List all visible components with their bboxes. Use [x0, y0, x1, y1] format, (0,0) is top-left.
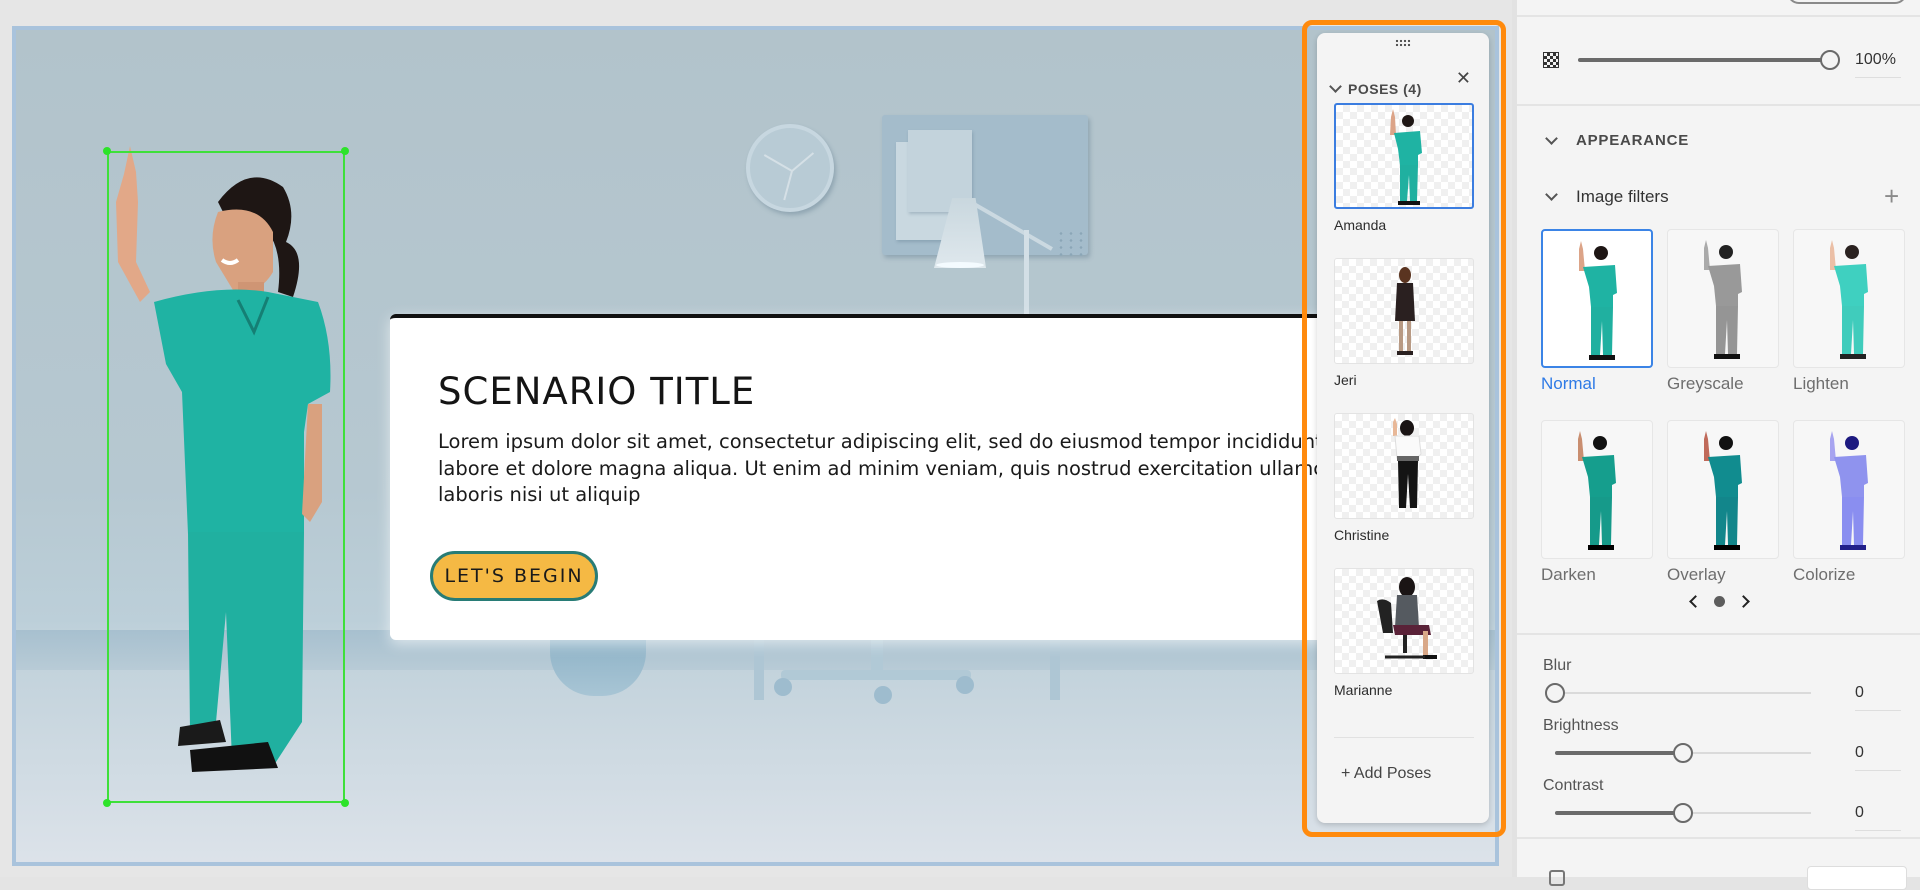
- drag-grip-icon[interactable]: [1395, 39, 1411, 47]
- pose-thumbnail: [1334, 413, 1474, 519]
- pose-item-marianne[interactable]: Marianne: [1334, 568, 1474, 698]
- scenario-card[interactable]: SCENARIO TITLE Lorem ipsum dolor sit ame…: [390, 314, 1350, 640]
- filter-name: Greyscale: [1667, 374, 1744, 393]
- image-filters-toggle[interactable]: Image filters: [1543, 187, 1669, 207]
- blur-value[interactable]: 0: [1855, 684, 1901, 711]
- filter-lighten[interactable]: Lighten: [1793, 229, 1905, 394]
- stage: SCENARIO TITLE Lorem ipsum dolor sit ame…: [0, 0, 1512, 877]
- checkbox[interactable]: [1549, 870, 1565, 886]
- divider: [1517, 837, 1920, 839]
- pose-name: Christine: [1334, 527, 1390, 543]
- table-leg: [754, 638, 764, 700]
- selection-box[interactable]: [107, 151, 345, 803]
- pose-name: Marianne: [1334, 682, 1393, 698]
- lamp-pole: [1024, 230, 1029, 320]
- figure: [1579, 241, 1617, 360]
- filter-name: Colorize: [1793, 565, 1856, 584]
- divider: [1517, 104, 1920, 106]
- filter-darken[interactable]: Darken: [1541, 420, 1653, 585]
- resize-handle-top-left[interactable]: [103, 147, 111, 155]
- close-icon[interactable]: ✕: [1456, 69, 1471, 87]
- filter-greyscale[interactable]: Greyscale: [1667, 229, 1779, 394]
- filter-thumbnail: [1541, 420, 1653, 559]
- brightness-label: Brightness: [1543, 717, 1619, 734]
- pose-item-amanda[interactable]: Amanda: [1334, 103, 1474, 233]
- pose-thumbnail: [1334, 568, 1474, 674]
- filter-name: Darken: [1541, 565, 1596, 584]
- chevron-down-icon: [1329, 80, 1342, 93]
- filter-pager: [1689, 595, 1750, 608]
- chevron-left-icon[interactable]: [1689, 595, 1702, 608]
- chair-wheel: [956, 676, 974, 694]
- filter-thumbnail: [1667, 420, 1779, 559]
- lamp-light: [936, 262, 984, 268]
- filter-name: Normal: [1541, 374, 1596, 393]
- slide-canvas[interactable]: SCENARIO TITLE Lorem ipsum dolor sit ame…: [12, 26, 1499, 866]
- resize-handle-bottom-left[interactable]: [103, 799, 111, 807]
- chair-base: [781, 670, 971, 680]
- lets-begin-button[interactable]: LET'S BEGIN: [430, 551, 598, 601]
- opacity-slider[interactable]: [1578, 50, 1840, 70]
- chevron-right-icon[interactable]: [1737, 595, 1750, 608]
- contrast-value[interactable]: 0: [1855, 804, 1901, 831]
- divider: [1334, 737, 1474, 738]
- add-filter-icon[interactable]: +: [1884, 183, 1899, 209]
- filter-thumbnail: [1667, 229, 1779, 368]
- pose-thumbnail: [1334, 258, 1474, 364]
- contrast-label: Contrast: [1543, 777, 1604, 794]
- divider: [1517, 15, 1920, 17]
- scenario-title[interactable]: SCENARIO TITLE: [438, 370, 755, 413]
- table-leg: [1050, 638, 1060, 700]
- image-filters-label: Image filters: [1576, 187, 1669, 206]
- poses-panel: ✕ POSES (4) Amanda Jeri Christine Marian…: [1317, 33, 1489, 823]
- chair-wheel: [874, 686, 892, 704]
- opacity-value[interactable]: 100%: [1855, 51, 1901, 78]
- pose-item-christine[interactable]: Christine: [1334, 413, 1474, 543]
- chair-wheel: [774, 678, 792, 696]
- opacity-icon: [1543, 52, 1559, 68]
- scenario-body[interactable]: Lorem ipsum dolor sit amet, consectetur …: [438, 429, 1358, 509]
- divider: [1517, 633, 1920, 635]
- input-field[interactable]: [1807, 866, 1907, 890]
- filter-thumbnail: [1793, 229, 1905, 368]
- filter-colorize[interactable]: Colorize: [1793, 420, 1905, 585]
- page-dot[interactable]: [1714, 596, 1725, 607]
- appearance-section-toggle[interactable]: APPEARANCE: [1543, 131, 1690, 149]
- pose-name: Jeri: [1334, 372, 1357, 388]
- poses-header-label: POSES (4): [1348, 81, 1422, 97]
- filter-thumbnail: [1793, 420, 1905, 559]
- filter-normal[interactable]: Normal: [1541, 229, 1653, 394]
- blur-slider[interactable]: [1545, 683, 1811, 703]
- filter-thumbnail: [1541, 229, 1653, 368]
- keypad: [1056, 230, 1086, 258]
- filter-overlay[interactable]: Overlay: [1667, 420, 1779, 585]
- wall-clock: [746, 124, 834, 212]
- brightness-value[interactable]: 0: [1855, 744, 1901, 771]
- pose-item-jeri[interactable]: Jeri: [1334, 258, 1474, 388]
- chevron-down-icon: [1545, 188, 1558, 201]
- add-poses-button[interactable]: + Add Poses: [1341, 765, 1431, 783]
- filter-name: Lighten: [1793, 374, 1849, 393]
- resize-handle-top-right[interactable]: [341, 147, 349, 155]
- appearance-label: APPEARANCE: [1576, 132, 1690, 149]
- resize-handle-bottom-right[interactable]: [341, 799, 349, 807]
- filter-name: Overlay: [1667, 565, 1726, 584]
- blur-label: Blur: [1543, 657, 1572, 674]
- pose-name: Amanda: [1334, 217, 1387, 233]
- pose-thumbnail: [1334, 103, 1474, 209]
- poses-section-toggle[interactable]: POSES (4): [1329, 80, 1422, 97]
- toolbar-button[interactable]: [1787, 0, 1907, 4]
- properties-panel: 100% APPEARANCE Image filters + Normal G…: [1512, 0, 1920, 890]
- chevron-down-icon: [1545, 131, 1558, 145]
- contrast-slider[interactable]: [1555, 803, 1811, 823]
- brightness-slider[interactable]: [1555, 743, 1811, 763]
